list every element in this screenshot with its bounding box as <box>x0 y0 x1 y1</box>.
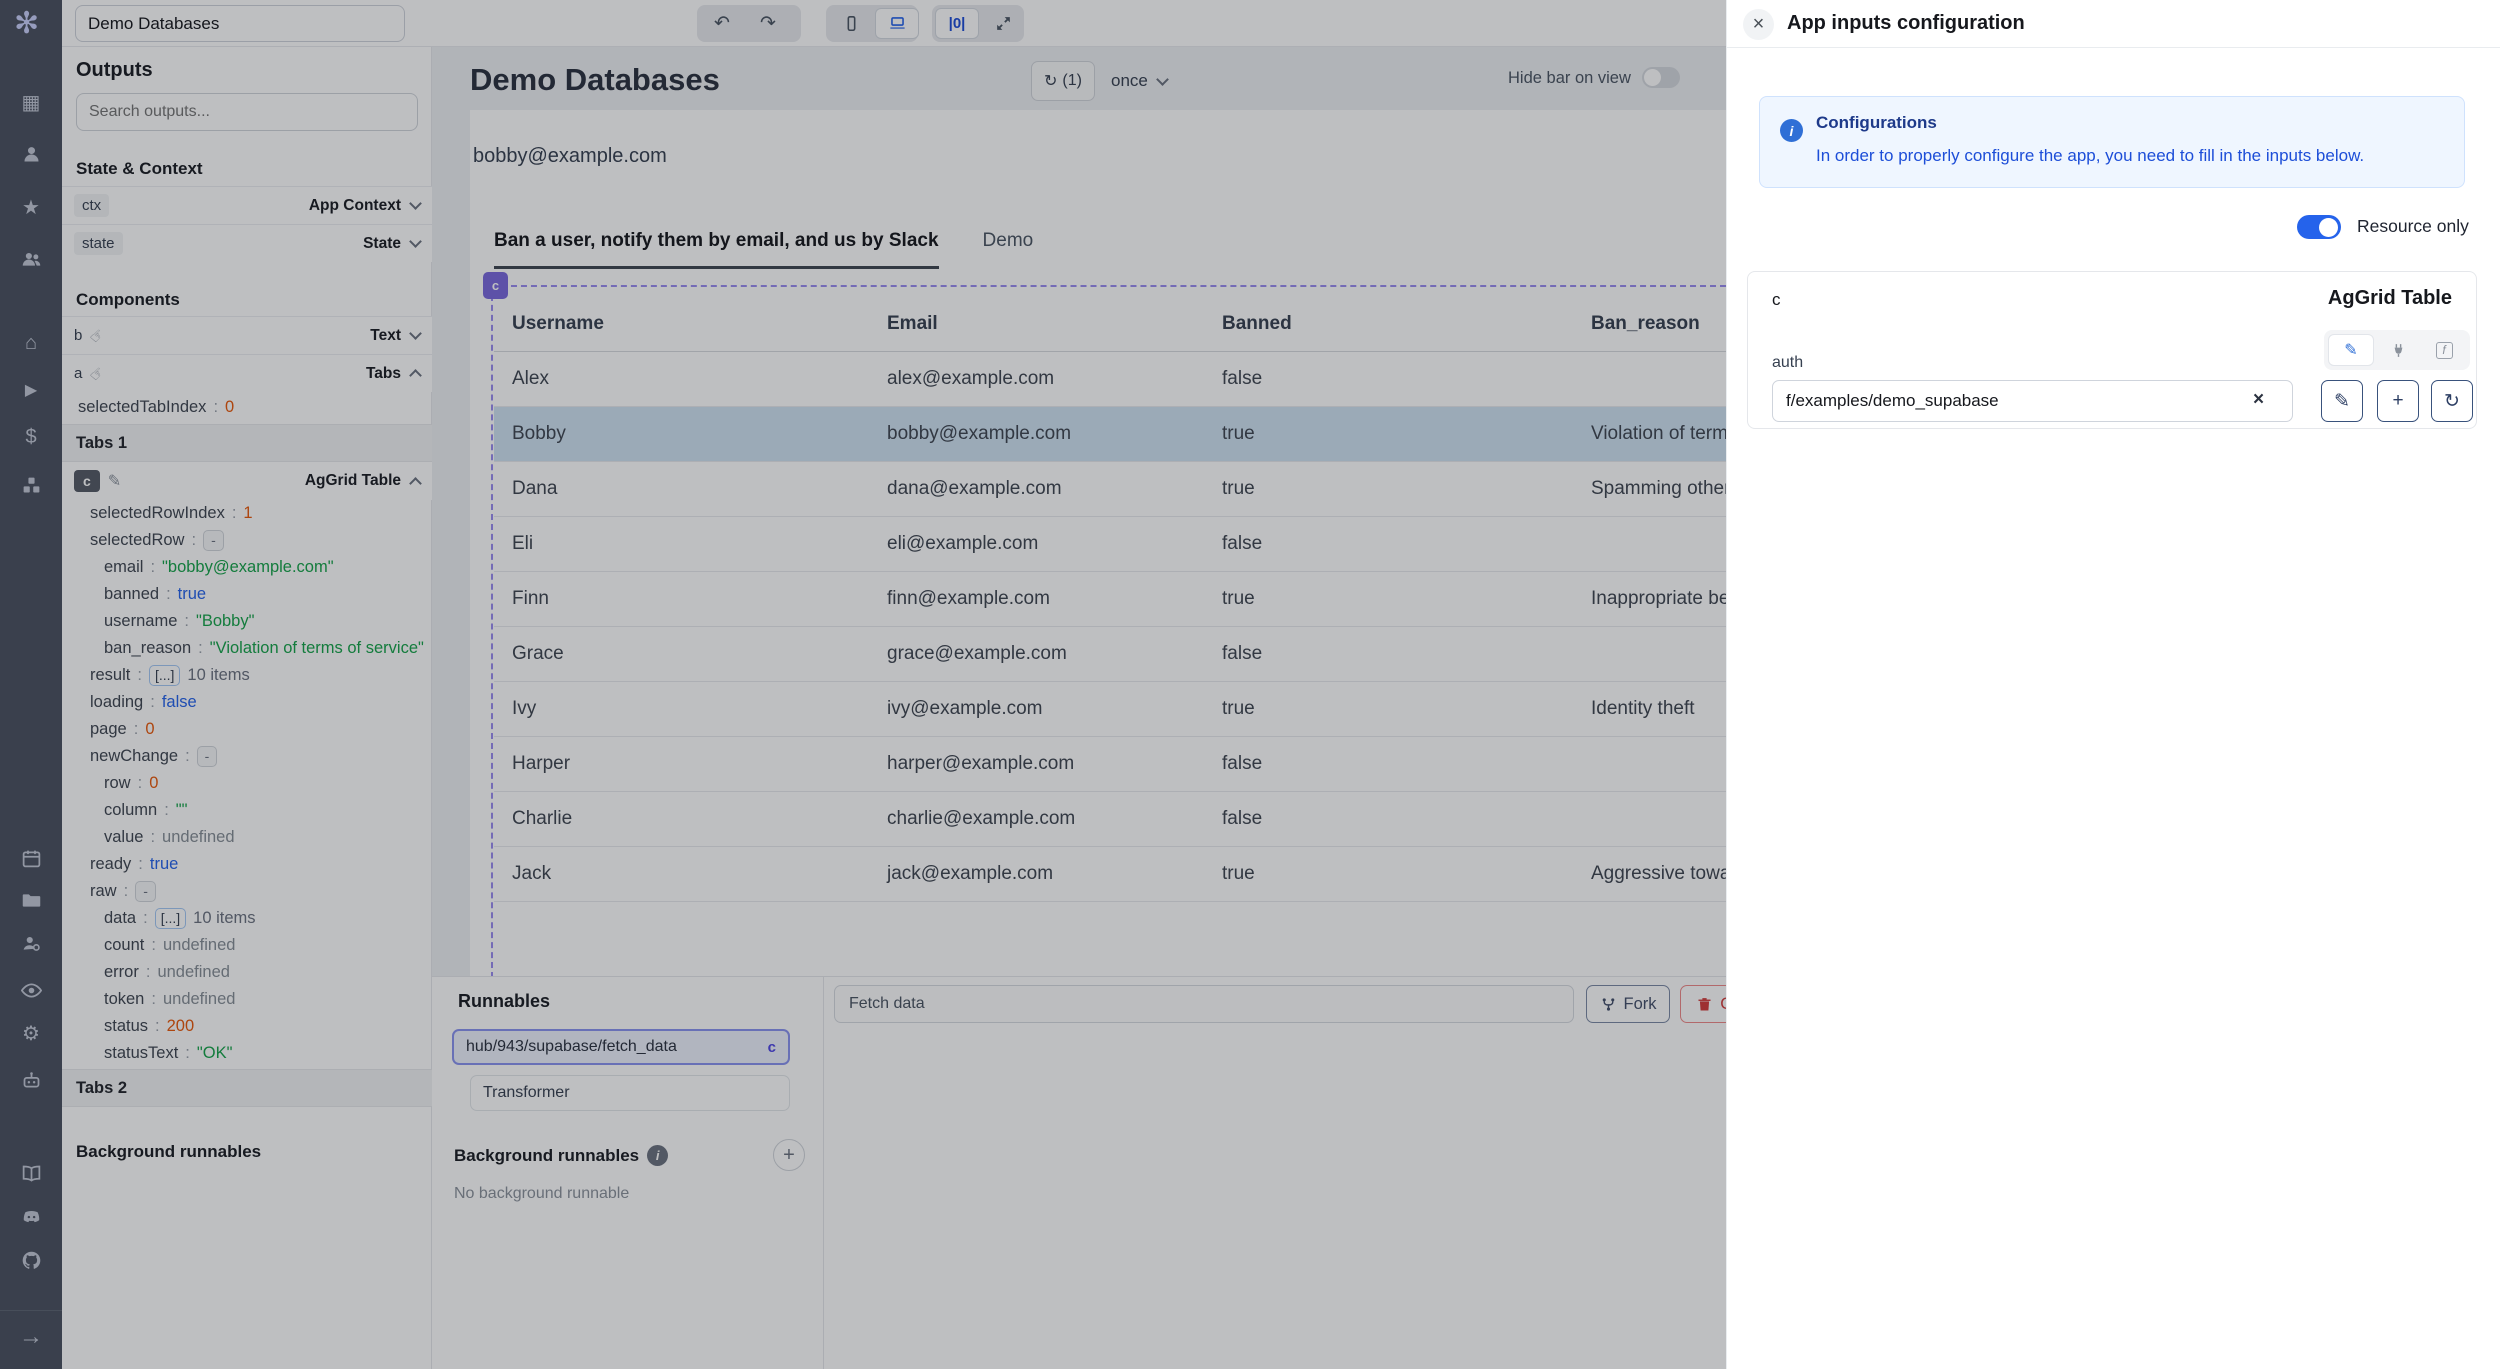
add-resource-button[interactable]: + <box>2377 380 2419 422</box>
info-icon: i <box>1780 119 1803 142</box>
field-label: auth <box>1772 354 1803 372</box>
alert-body: In order to properly configure the app, … <box>1816 146 2364 166</box>
plug-icon <box>2390 342 2407 359</box>
drawer-backdrop[interactable] <box>0 0 1726 1369</box>
edit-resource-button[interactable]: ✎ <box>2321 380 2363 422</box>
input-mode-segmented: ✎ f <box>2324 330 2470 370</box>
clear-input-icon[interactable]: × <box>2253 389 2264 411</box>
configurations-alert: i Configurations In order to properly co… <box>1759 96 2465 188</box>
app-inputs-drawer: × App inputs configuration i Configurati… <box>1726 0 2500 1369</box>
plus-icon: + <box>2392 390 2403 412</box>
component-type: AgGrid Table <box>2328 287 2452 310</box>
refresh-resource-button[interactable]: ↻ <box>2431 380 2473 422</box>
component-id: c <box>1772 290 1781 310</box>
pencil-icon: ✎ <box>2344 340 2357 360</box>
drawer-title: App inputs configuration <box>1787 12 2025 35</box>
input-config-card: c AgGrid Table auth ✎ f × ✎ + ↻ <box>1747 271 2477 429</box>
eval-mode-button[interactable]: f <box>2422 334 2466 366</box>
alert-title: Configurations <box>1816 113 1937 133</box>
app-editor-window: ✻ ▦ ★ ⌂ ▶ $ ⚙ → <box>0 0 2500 1369</box>
pencil-icon: ✎ <box>2334 390 2350 413</box>
connect-mode-button[interactable] <box>2376 334 2420 366</box>
resource-only-row: Resource only <box>1727 213 2500 241</box>
auth-resource-input[interactable] <box>1772 380 2293 422</box>
refresh-icon: ↻ <box>2444 390 2460 413</box>
close-icon[interactable]: × <box>1743 9 1774 40</box>
function-icon: f <box>2436 342 2453 359</box>
resource-only-toggle[interactable] <box>2297 215 2341 239</box>
drawer-header: × App inputs configuration <box>1727 0 2500 48</box>
static-mode-button[interactable]: ✎ <box>2328 334 2374 366</box>
resource-only-label: Resource only <box>2357 216 2469 237</box>
